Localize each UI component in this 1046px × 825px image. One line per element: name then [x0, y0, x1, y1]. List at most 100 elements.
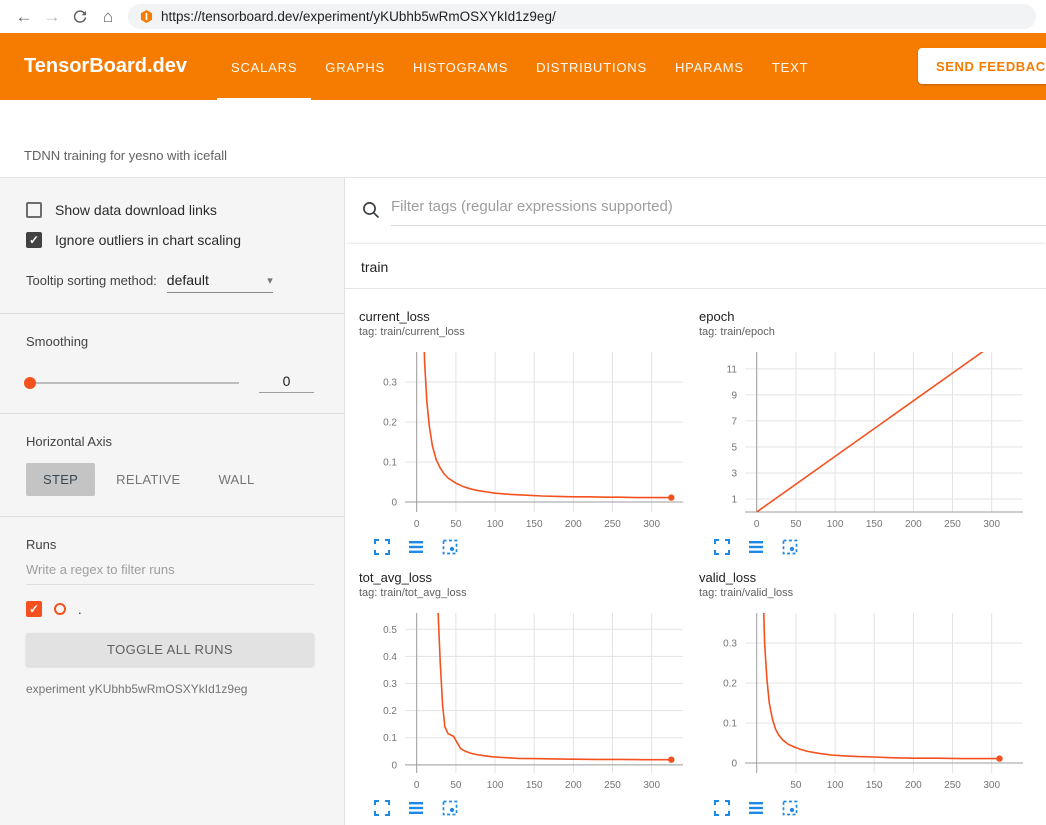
svg-text:300: 300: [983, 519, 1000, 530]
svg-text:50: 50: [450, 519, 462, 530]
filter-tags-input[interactable]: [391, 194, 1046, 226]
scalar-chart-card: valid_loss tag: train/valid_loss 00.10.2…: [699, 570, 1033, 817]
tag-group-title[interactable]: train: [345, 244, 1046, 289]
chart-plot[interactable]: 1357911050100150200250300: [699, 346, 1029, 536]
run-isolate-icon[interactable]: [54, 603, 66, 615]
fit-domain-icon[interactable]: [781, 538, 799, 556]
chart-plot[interactable]: 00.10.20.350100150200250300: [699, 607, 1029, 797]
svg-text:0.1: 0.1: [383, 733, 397, 744]
svg-text:150: 150: [526, 780, 543, 791]
home-icon[interactable]: ⌂: [94, 3, 122, 31]
refresh-icon[interactable]: [66, 3, 94, 31]
tab-histograms[interactable]: HISTOGRAMS: [399, 33, 522, 100]
svg-text:100: 100: [487, 780, 504, 791]
svg-text:300: 300: [643, 519, 660, 530]
svg-text:0.2: 0.2: [723, 679, 737, 690]
svg-text:11: 11: [727, 364, 738, 375]
axis-option-relative[interactable]: RELATIVE: [99, 463, 197, 496]
svg-text:1: 1: [731, 495, 737, 506]
show-download-links-checkbox[interactable]: [26, 202, 42, 218]
toggle-all-runs-button[interactable]: TOGGLE ALL RUNS: [26, 633, 314, 666]
svg-text:7: 7: [731, 416, 737, 427]
fullscreen-icon[interactable]: [713, 799, 731, 817]
svg-text:0: 0: [391, 760, 397, 771]
chart-title: valid_loss: [699, 570, 1033, 585]
svg-text:100: 100: [487, 519, 504, 530]
svg-text:50: 50: [790, 519, 802, 530]
back-icon[interactable]: ←: [10, 3, 38, 31]
axis-option-wall[interactable]: WALL: [201, 463, 271, 496]
divider: [0, 413, 344, 414]
address-bar[interactable]: https://tensorboard.dev/experiment/yKUbh…: [128, 4, 1036, 29]
svg-text:250: 250: [604, 519, 621, 530]
run-visibility-checkbox[interactable]: ✓: [26, 601, 42, 617]
chart-title: tot_avg_loss: [359, 570, 693, 585]
svg-text:100: 100: [827, 519, 844, 530]
tab-text[interactable]: TEXT: [758, 33, 822, 100]
horizontal-axis-options: STEPRELATIVEWALL: [26, 463, 314, 496]
tab-graphs[interactable]: GRAPHS: [311, 33, 399, 100]
fit-domain-icon[interactable]: [781, 799, 799, 817]
chart-toolbar: [699, 538, 1033, 556]
fit-domain-icon[interactable]: [441, 538, 459, 556]
fullscreen-icon[interactable]: [373, 538, 391, 556]
chart-title: epoch: [699, 309, 1033, 324]
ignore-outliers-label: Ignore outliers in chart scaling: [55, 232, 241, 248]
svg-text:0.3: 0.3: [383, 679, 397, 690]
runs-filter-input[interactable]: [26, 552, 314, 585]
chart-title: current_loss: [359, 309, 693, 324]
tab-scalars[interactable]: SCALARS: [217, 33, 311, 100]
svg-text:0: 0: [731, 759, 737, 770]
runs-label: Runs: [26, 537, 314, 552]
scalar-chart-card: epoch tag: train/epoch 13579110501001502…: [699, 309, 1033, 556]
svg-text:0.1: 0.1: [383, 458, 397, 469]
chart-subtitle: tag: train/tot_avg_loss: [359, 587, 693, 599]
chart-plot[interactable]: 00.10.20.3050100150200250300: [359, 346, 689, 536]
experiment-title: TDNN training for yesno with icefall: [24, 148, 227, 163]
train-tag-group-card: train current_loss tag: train/current_lo…: [345, 244, 1046, 825]
log-scale-icon[interactable]: [407, 799, 425, 817]
send-feedback-button[interactable]: SEND FEEDBACK: [918, 48, 1046, 84]
ignore-outliers-checkbox[interactable]: ✓: [26, 232, 42, 248]
smoothing-slider[interactable]: [26, 382, 239, 384]
app-header: TensorBoard.dev SCALARSGRAPHSHISTOGRAMSD…: [0, 33, 1046, 100]
horizontal-axis-label: Horizontal Axis: [26, 434, 314, 449]
chart-subtitle: tag: train/current_loss: [359, 326, 693, 338]
smoothing-slider-thumb[interactable]: [24, 377, 36, 389]
divider: [0, 313, 344, 314]
fullscreen-icon[interactable]: [713, 538, 731, 556]
tab-hparams[interactable]: HPARAMS: [661, 33, 758, 100]
chart-toolbar: [359, 538, 693, 556]
svg-text:0.2: 0.2: [383, 418, 397, 429]
scalar-chart-card: tot_avg_loss tag: train/tot_avg_loss 0 0.…: [359, 570, 693, 817]
svg-text:300: 300: [643, 780, 660, 791]
tooltip-sort-row: Tooltip sorting method: default ▾: [26, 272, 314, 293]
tab-distributions[interactable]: DISTRIBUTIONS: [522, 33, 661, 100]
svg-text:9: 9: [731, 390, 737, 401]
axis-option-step[interactable]: STEP: [26, 463, 95, 496]
svg-text:50: 50: [450, 780, 462, 791]
tooltip-sort-dropdown[interactable]: default ▾: [167, 272, 273, 293]
fullscreen-icon[interactable]: [373, 799, 391, 817]
run-row: ✓ .: [26, 601, 314, 617]
url-text[interactable]: https://tensorboard.dev/experiment/yKUbh…: [161, 9, 556, 24]
svg-text:200: 200: [905, 780, 922, 791]
filter-tags-row: [345, 178, 1046, 226]
chart-toolbar: [699, 799, 1033, 817]
chevron-down-icon: ▾: [267, 274, 273, 287]
log-scale-icon[interactable]: [747, 538, 765, 556]
brand-title[interactable]: TensorBoard.dev: [0, 33, 211, 100]
log-scale-icon[interactable]: [747, 799, 765, 817]
smoothing-label: Smoothing: [26, 334, 314, 349]
svg-text:300: 300: [983, 780, 1000, 791]
forward-icon[interactable]: →: [38, 3, 66, 31]
fit-domain-icon[interactable]: [441, 799, 459, 817]
chart-plot[interactable]: 00.10.20.30.40.5050100150200250300: [359, 607, 689, 797]
svg-text:0: 0: [754, 519, 760, 530]
log-scale-icon[interactable]: [407, 538, 425, 556]
svg-text:0.2: 0.2: [383, 706, 397, 717]
svg-text:150: 150: [526, 519, 543, 530]
svg-text:0.5: 0.5: [383, 625, 397, 636]
smoothing-value-input[interactable]: [259, 373, 314, 393]
browser-toolbar: ← → ⌂ https://tensorboard.dev/experiment…: [0, 0, 1046, 33]
